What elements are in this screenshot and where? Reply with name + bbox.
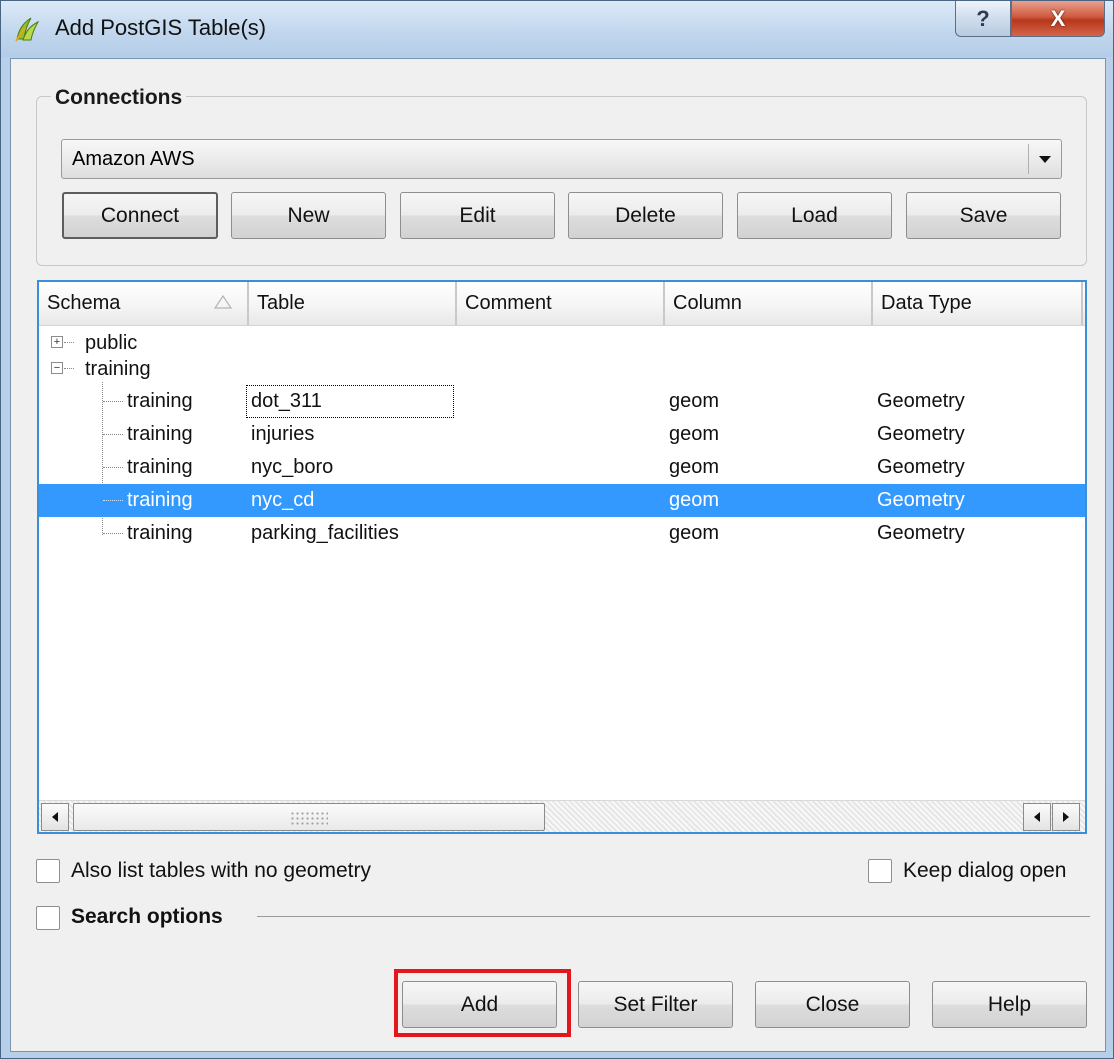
expand-plus-icon[interactable]: + xyxy=(51,336,63,348)
table-header: Schema Table Comment Column Data Type xyxy=(39,282,1085,326)
cell-column: geom xyxy=(669,489,720,511)
window-title: Add PostGIS Table(s) xyxy=(55,15,267,40)
dialog-body: Connections Amazon AWS Connect New Edit … xyxy=(10,58,1106,1052)
dialog-window: Add PostGIS Table(s) ? X Connections Ama… xyxy=(0,0,1114,1059)
cell-data-type: Geometry xyxy=(877,522,965,544)
scrollbar-thumb[interactable] xyxy=(73,803,545,831)
no-geometry-label: Also list tables with no geometry xyxy=(71,859,371,882)
column-header-schema[interactable]: Schema xyxy=(39,282,249,325)
tree-connector xyxy=(64,368,74,369)
tables-tree-view[interactable]: Schema Table Comment Column Data Type + … xyxy=(37,280,1087,834)
set-filter-button[interactable]: Set Filter xyxy=(578,981,733,1028)
focus-rectangle xyxy=(246,385,454,418)
load-button[interactable]: Load xyxy=(737,192,892,239)
sort-ascending-icon xyxy=(213,294,233,309)
arrow-left-icon xyxy=(52,812,58,822)
keep-open-label: Keep dialog open xyxy=(903,859,1067,882)
search-options-label: Search options xyxy=(71,905,223,928)
new-button[interactable]: New xyxy=(231,192,386,239)
table-row[interactable]: training dot_311 geom Geometry xyxy=(39,385,1085,418)
collapse-minus-icon[interactable]: − xyxy=(51,362,63,374)
no-geometry-checkbox[interactable] xyxy=(36,859,60,883)
scroll-left-button-end[interactable] xyxy=(1023,803,1051,831)
arrow-right-icon xyxy=(1063,812,1069,822)
cell-data-type: Geometry xyxy=(877,456,965,478)
cell-schema: training xyxy=(127,489,193,511)
close-caption-button[interactable]: X xyxy=(1011,1,1105,37)
column-header-data-type[interactable]: Data Type xyxy=(873,282,1083,325)
grip-icon xyxy=(290,811,328,825)
connections-group-title: Connections xyxy=(51,86,187,110)
schema-node-label: training xyxy=(85,357,151,380)
cell-schema: training xyxy=(127,390,193,412)
cell-data-type: Geometry xyxy=(877,489,965,511)
cell-table: nyc_cd xyxy=(251,489,315,511)
keep-open-checkbox[interactable] xyxy=(868,859,892,883)
connections-group xyxy=(36,96,1087,266)
delete-button[interactable]: Delete xyxy=(568,192,723,239)
horizontal-scrollbar[interactable] xyxy=(39,800,1085,832)
connection-select[interactable]: Amazon AWS xyxy=(61,139,1062,179)
cell-column: geom xyxy=(669,390,720,412)
column-header-comment[interactable]: Comment xyxy=(457,282,665,325)
table-row-selected[interactable]: training nyc_cd geom Geometry xyxy=(39,484,1085,517)
connect-button[interactable]: Connect xyxy=(62,192,218,239)
column-header-table[interactable]: Table xyxy=(249,282,457,325)
cell-table: injuries xyxy=(251,423,315,445)
tree-connector xyxy=(103,467,123,468)
tree-node-training[interactable]: − training xyxy=(39,356,1085,382)
dropdown-arrow-icon[interactable] xyxy=(1031,142,1059,176)
cell-data-type: Geometry xyxy=(877,423,965,445)
tree-connector xyxy=(103,434,123,435)
cell-table: parking_facilities xyxy=(251,522,399,544)
help-button[interactable]: Help xyxy=(932,981,1087,1028)
search-options-divider xyxy=(257,916,1090,917)
cell-schema: training xyxy=(127,456,193,478)
edit-button[interactable]: Edit xyxy=(400,192,555,239)
search-options-checkbox[interactable] xyxy=(36,906,60,930)
qgis-icon xyxy=(15,17,40,42)
cell-table: nyc_boro xyxy=(251,456,334,478)
column-header-column[interactable]: Column xyxy=(665,282,873,325)
close-button[interactable]: Close xyxy=(755,981,910,1028)
scroll-right-button[interactable] xyxy=(1052,803,1080,831)
cell-column: geom xyxy=(669,456,720,478)
tree-connector xyxy=(103,500,123,501)
question-icon: ? xyxy=(976,5,990,31)
tree-connector xyxy=(103,401,123,402)
close-icon: X xyxy=(1050,5,1066,31)
table-row[interactable]: training nyc_boro geom Geometry xyxy=(39,451,1085,484)
schema-node-label: public xyxy=(85,331,138,354)
combo-divider xyxy=(1028,144,1029,174)
title-bar[interactable]: Add PostGIS Table(s) ? X xyxy=(1,1,1113,57)
table-row[interactable]: training parking_facilities geom Geometr… xyxy=(39,517,1085,550)
cell-column: geom xyxy=(669,522,720,544)
tree-connector xyxy=(64,342,74,343)
scroll-left-button[interactable] xyxy=(41,803,69,831)
tree-connector xyxy=(103,533,123,534)
arrow-left-icon xyxy=(1034,812,1040,822)
table-row[interactable]: training injuries geom Geometry xyxy=(39,418,1085,451)
cell-data-type: Geometry xyxy=(877,390,965,412)
help-caption-button[interactable]: ? xyxy=(955,1,1011,37)
connection-select-value: Amazon AWS xyxy=(72,148,195,170)
tree-node-public[interactable]: + public xyxy=(39,330,1085,356)
cell-schema: training xyxy=(127,423,193,445)
add-button-highlight xyxy=(394,969,571,1037)
cell-column: geom xyxy=(669,423,720,445)
save-button[interactable]: Save xyxy=(906,192,1061,239)
cell-schema: training xyxy=(127,522,193,544)
